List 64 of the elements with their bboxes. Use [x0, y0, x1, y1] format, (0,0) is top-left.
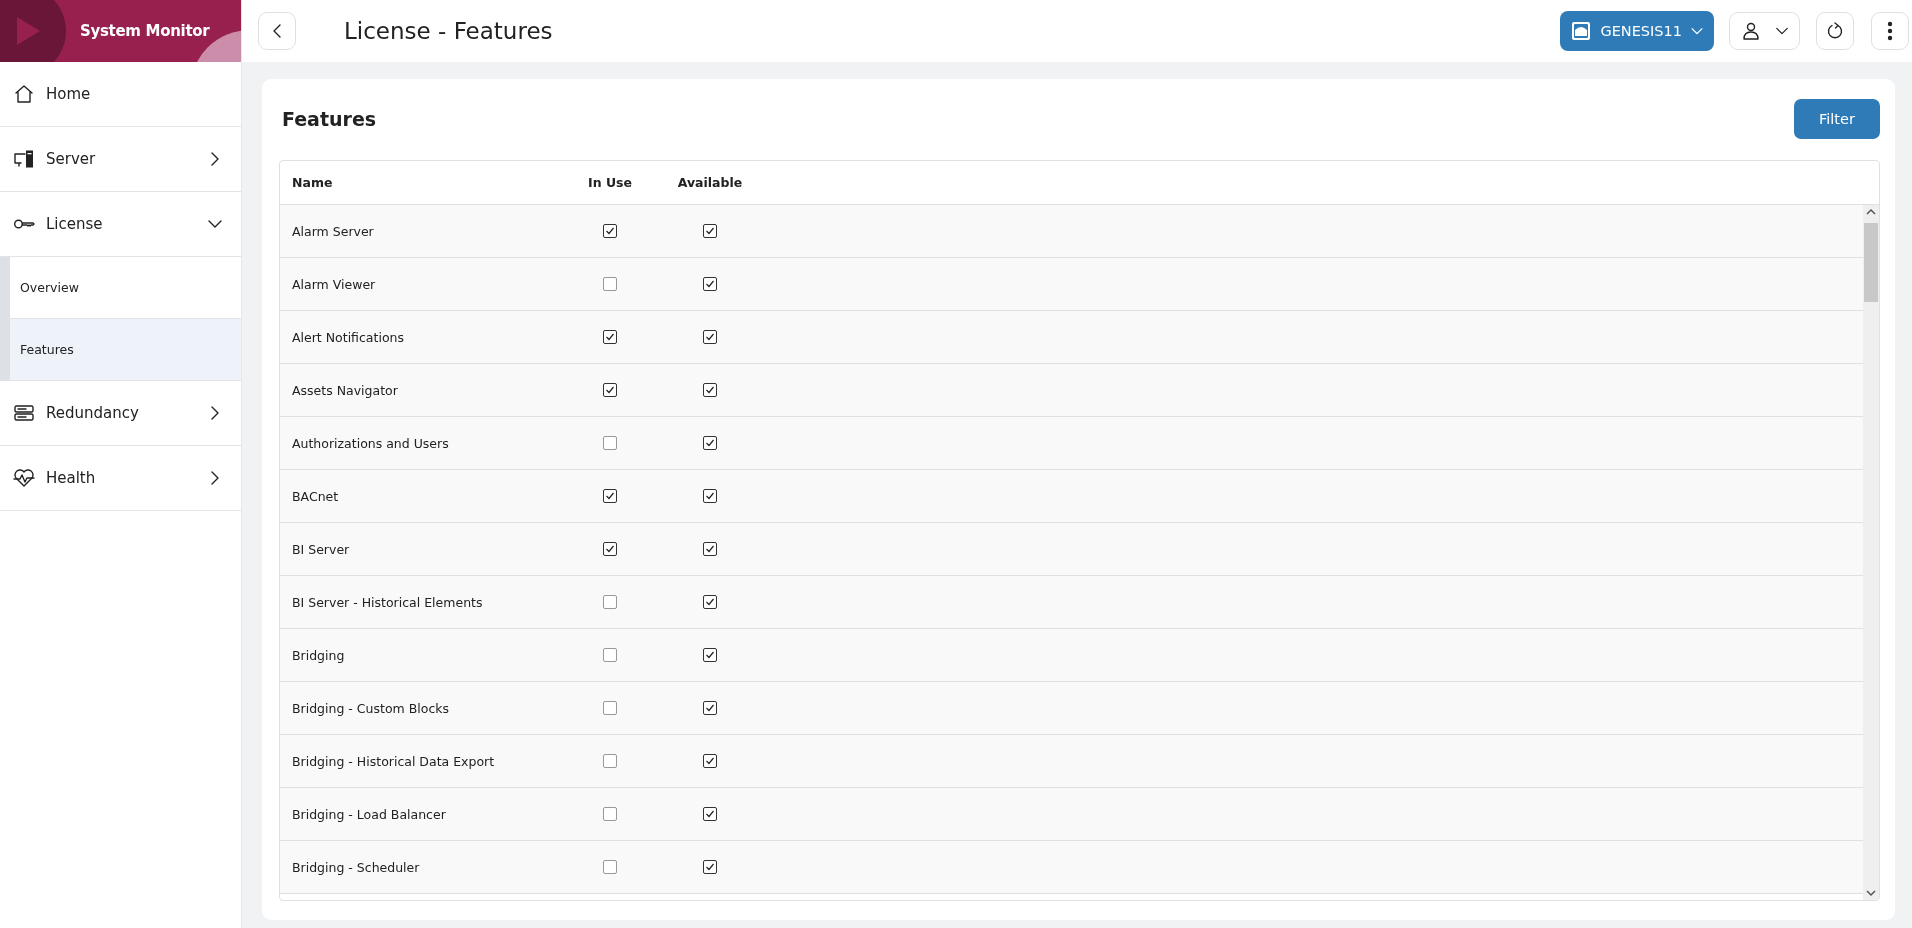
checked-checkbox[interactable]: [703, 330, 717, 344]
scrollbar-thumb[interactable]: [1864, 223, 1878, 302]
checked-checkbox[interactable]: [703, 277, 717, 291]
user-menu-button[interactable]: [1729, 12, 1800, 50]
refresh-button[interactable]: [1816, 12, 1854, 50]
table-cell-text: Assets Navigator: [291, 382, 399, 398]
checkbox[interactable]: [603, 648, 617, 662]
user-icon: [1740, 21, 1761, 41]
table-cell-text: Bridging: [291, 647, 346, 663]
checkbox[interactable]: [603, 860, 617, 874]
scroll-up-icon: [1866, 208, 1876, 216]
card-title: Features: [282, 108, 377, 130]
checkbox[interactable]: [603, 595, 617, 609]
more-button[interactable]: [1871, 12, 1909, 50]
checked-checkbox[interactable]: [703, 754, 717, 768]
refresh-icon: [1825, 21, 1845, 41]
sidebar-item[interactable]: Redundancy: [0, 381, 241, 446]
table-cell-text: Bridging - Custom Blocks: [291, 700, 451, 716]
scroll-down-icon: [1866, 889, 1876, 897]
checked-checkbox[interactable]: [703, 489, 717, 503]
checked-checkbox[interactable]: [703, 383, 717, 397]
column-header: Available: [676, 175, 744, 190]
checked-checkbox[interactable]: [703, 807, 717, 821]
table-cell-text: Alert Notifications: [291, 329, 405, 345]
checked-checkbox[interactable]: [703, 436, 717, 450]
checked-checkbox[interactable]: [603, 383, 617, 397]
sidebar-item[interactable]: Health: [0, 446, 241, 511]
checkbox[interactable]: [603, 436, 617, 450]
table-cell-text: Alarm Server: [291, 223, 375, 239]
checkbox[interactable]: [603, 807, 617, 821]
column-header: In Use: [587, 175, 633, 190]
filter-button[interactable]: Filter: [1794, 99, 1880, 139]
back-button[interactable]: [258, 12, 296, 50]
table-cell-text: BI Server - Historical Elements: [291, 594, 484, 610]
checked-checkbox[interactable]: [603, 542, 617, 556]
checked-checkbox[interactable]: [703, 701, 717, 715]
table-cell-text: Authorizations and Users: [291, 435, 450, 451]
table-cell-text: BACnet: [291, 488, 340, 504]
sidebar-item[interactable]: Server: [0, 127, 241, 192]
checked-checkbox[interactable]: [703, 542, 717, 556]
server-selector[interactable]: GENESIS11: [1560, 11, 1714, 51]
column-header: Name: [291, 175, 334, 190]
page-title: License - Features: [344, 18, 554, 44]
sidebar-item[interactable]: Home: [0, 62, 241, 127]
checked-checkbox[interactable]: [603, 489, 617, 503]
checked-checkbox[interactable]: [703, 595, 717, 609]
more-icon: [1887, 21, 1893, 41]
checkbox[interactable]: [603, 701, 617, 715]
sidebar-subitem[interactable]: Features: [0, 319, 241, 381]
table-cell-text: Bridging - Load Balancer: [291, 806, 447, 822]
checked-checkbox[interactable]: [603, 330, 617, 344]
app-title: System Monitor: [80, 22, 210, 40]
checkbox[interactable]: [603, 277, 617, 291]
checked-checkbox[interactable]: [703, 648, 717, 662]
table-cell-text: Alarm Viewer: [291, 276, 377, 292]
table-cell-text: BI Server: [291, 541, 351, 557]
scrollbar[interactable]: [1863, 205, 1879, 900]
table-cell-text: Bridging - Historical Data Export: [291, 753, 496, 769]
checked-checkbox[interactable]: [603, 224, 617, 238]
checkbox[interactable]: [603, 754, 617, 768]
checked-checkbox[interactable]: [703, 860, 717, 874]
checked-checkbox[interactable]: [703, 224, 717, 238]
sidebar-subitem[interactable]: Overview: [0, 257, 241, 319]
table-cell-text: Bridging - Scheduler: [291, 859, 421, 875]
